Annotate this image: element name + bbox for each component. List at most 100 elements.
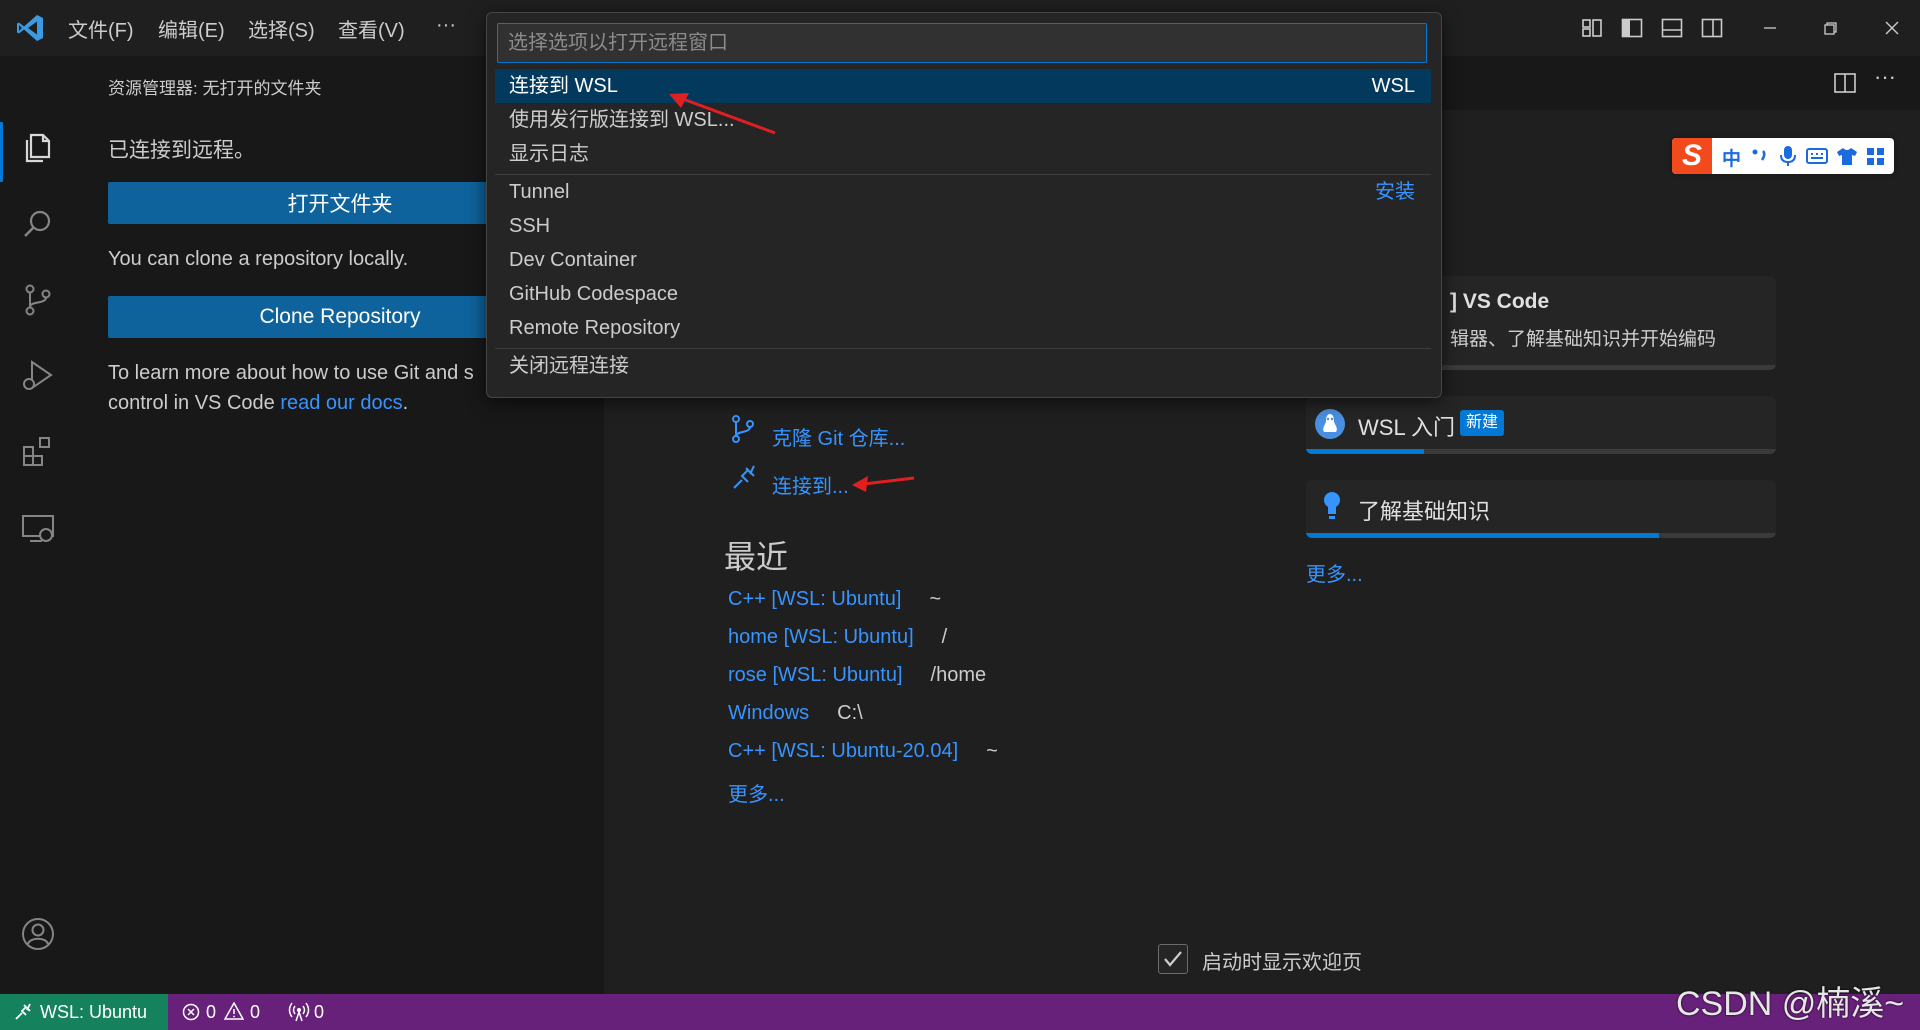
ime-punct-icon[interactable] <box>1750 146 1770 166</box>
quick-pick-detail: WSL <box>1371 75 1415 97</box>
ime-tools-icon[interactable] <box>1866 147 1886 167</box>
annotation-arrow-icon <box>850 470 916 494</box>
learn-text: control in VS Code <box>108 392 275 414</box>
quick-pick-label: 连接到 WSL <box>509 75 618 97</box>
list-item[interactable]: Windows C:\ <box>728 702 863 725</box>
recent-item-name[interactable]: home [WSL: Ubuntu] <box>728 626 914 648</box>
extensions-icon[interactable] <box>18 432 58 472</box>
warning-count[interactable]: 0 <box>250 1002 260 1023</box>
list-item[interactable]: home [WSL: Ubuntu] / <box>728 626 947 649</box>
quick-pick-item-codespace[interactable]: GitHub Codespace <box>495 277 1431 311</box>
remote-icon <box>15 1003 31 1020</box>
recent-item-path: C:\ <box>837 702 863 724</box>
menu-more[interactable]: ··· <box>436 14 456 37</box>
more-actions-icon[interactable]: ··· <box>1874 64 1896 90</box>
restore-icon[interactable] <box>1818 16 1842 40</box>
source-control-icon[interactable] <box>18 280 58 320</box>
remote-explorer-icon[interactable] <box>18 508 58 548</box>
walkthrough-title: WSL 入门 <box>1358 415 1455 440</box>
list-item[interactable]: C++ [WSL: Ubuntu] ~ <box>728 588 941 611</box>
menu-view[interactable]: 查看(V) <box>338 14 405 43</box>
quick-pick-item-dev-container[interactable]: Dev Container <box>495 243 1431 277</box>
walkthrough-title: 了解基础知识 <box>1358 499 1491 524</box>
quick-pick-item-show-log[interactable]: 显示日志 <box>495 137 1431 171</box>
ime-keyboard-icon[interactable] <box>1806 147 1828 165</box>
recent-item-path: / <box>941 626 948 648</box>
error-icon[interactable] <box>182 1003 200 1021</box>
recent-item-name[interactable]: C++ [WSL: Ubuntu] <box>728 588 901 610</box>
toggle-panel-icon[interactable] <box>1660 16 1684 40</box>
close-icon[interactable] <box>1880 16 1904 40</box>
search-icon[interactable] <box>18 204 58 244</box>
ports-broadcast-icon[interactable] <box>288 1002 310 1022</box>
recent-item-name[interactable]: Windows <box>728 702 809 724</box>
error-count[interactable]: 0 <box>206 1002 216 1023</box>
walkthroughs-more-link[interactable]: 更多... <box>1306 558 1363 587</box>
walkthrough-card-wsl[interactable]: WSL 入门 新建 <box>1306 396 1776 454</box>
run-and-debug-icon[interactable] <box>18 356 58 396</box>
warning-icon[interactable] <box>224 1002 244 1020</box>
minimize-icon[interactable] <box>1758 16 1782 40</box>
quick-pick-item-ssh[interactable]: SSH <box>495 209 1431 243</box>
install-link[interactable]: 安装 <box>1375 175 1415 209</box>
remote-label: WSL: Ubuntu <box>40 1001 148 1022</box>
lightbulb-icon <box>1320 490 1344 522</box>
ime-skin-icon[interactable] <box>1836 146 1858 166</box>
walkthrough-progress <box>1306 533 1659 538</box>
clone-git-link[interactable]: 克隆 Git 仓库... <box>772 422 905 451</box>
remote-quick-pick: 连接到 WSL WSL 使用发行版连接到 WSL... 显示日志 Tunnel … <box>486 12 1442 398</box>
linux-penguin-icon <box>1314 408 1346 440</box>
remote-indicator[interactable]: WSL: Ubuntu <box>0 994 168 1030</box>
accounts-icon[interactable] <box>18 914 58 954</box>
walkthrough-progress <box>1306 449 1424 454</box>
walkthrough-desc: 辑器、了解基础知识并开始编码 <box>1450 329 1717 350</box>
customize-layout-icon[interactable] <box>1580 16 1604 40</box>
recent-item-path: ~ <box>986 740 998 762</box>
quick-pick-label: Tunnel <box>509 181 570 203</box>
recent-more-text[interactable]: 更多... <box>728 784 785 806</box>
learn-text-line1: To learn more about how to use Git and s <box>108 362 474 384</box>
ime-mode-label[interactable]: 中 <box>1722 144 1741 171</box>
show-on-startup-label: 启动时显示欢迎页 <box>1202 952 1362 974</box>
ports-count[interactable]: 0 <box>314 1002 324 1023</box>
read-docs-link[interactable]: read our docs <box>280 392 402 414</box>
watermark: CSDN @楠溪~ <box>1676 985 1905 1023</box>
quick-pick-item-tunnel[interactable]: Tunnel 安装 <box>495 175 1431 209</box>
recent-item-path: /home <box>930 664 987 686</box>
clone-text: You can clone a repository locally. <box>108 248 409 270</box>
connect-to-link[interactable]: 连接到... <box>772 470 849 499</box>
explorer-icon[interactable] <box>18 128 58 168</box>
toggle-secondary-sidebar-icon[interactable] <box>1700 16 1724 40</box>
quick-pick-item-connect-wsl[interactable]: 连接到 WSL WSL <box>495 69 1431 103</box>
toggle-primary-sidebar-icon[interactable] <box>1620 16 1644 40</box>
quick-pick-label: Dev Container <box>509 249 637 271</box>
menu-file[interactable]: 文件(F) <box>68 14 134 43</box>
recent-item-name[interactable]: C++ [WSL: Ubuntu-20.04] <box>728 740 958 762</box>
vscode-logo-icon <box>14 12 46 44</box>
quick-pick-item-close-remote[interactable]: 关闭远程连接 <box>495 349 1431 383</box>
recent-heading: 最近 <box>724 539 789 575</box>
quick-pick-input[interactable] <box>497 23 1427 63</box>
walkthrough-title: ] VS Code <box>1450 290 1550 313</box>
recent-item-path: ~ <box>929 588 942 610</box>
ime-toolbar[interactable]: S 中 <box>1672 138 1894 174</box>
status-bar: WSL: Ubuntu 0 0 0 <box>0 994 1920 1030</box>
learn-text-line2: control in VS Code read our docs. <box>108 392 408 415</box>
quick-pick-item-remote-repository[interactable]: Remote Repository <box>495 311 1431 345</box>
clone-git-icon <box>728 414 758 444</box>
menu-selection[interactable]: 选择(S) <box>248 14 315 43</box>
recent-more-link[interactable]: 更多... <box>728 778 785 807</box>
ime-logo: S <box>1672 138 1712 174</box>
quick-pick-item-connect-distro[interactable]: 使用发行版连接到 WSL... <box>495 103 1431 137</box>
split-editor-icon[interactable] <box>1832 70 1858 96</box>
quick-pick-label: Remote Repository <box>509 317 681 339</box>
walkthrough-card-fundamentals[interactable]: 了解基础知识 <box>1306 480 1776 538</box>
menu-edit[interactable]: 编辑(E) <box>158 14 225 43</box>
sidebar-title: 资源管理器: 无打开的文件夹 <box>108 79 322 98</box>
show-on-startup-checkbox[interactable] <box>1158 944 1188 974</box>
quick-pick-label: GitHub Codespace <box>509 283 678 305</box>
ime-mic-icon[interactable] <box>1778 145 1798 167</box>
recent-item-name[interactable]: rose [WSL: Ubuntu] <box>728 664 903 686</box>
list-item[interactable]: rose [WSL: Ubuntu] /home <box>728 664 986 687</box>
list-item[interactable]: C++ [WSL: Ubuntu-20.04] ~ <box>728 740 998 763</box>
